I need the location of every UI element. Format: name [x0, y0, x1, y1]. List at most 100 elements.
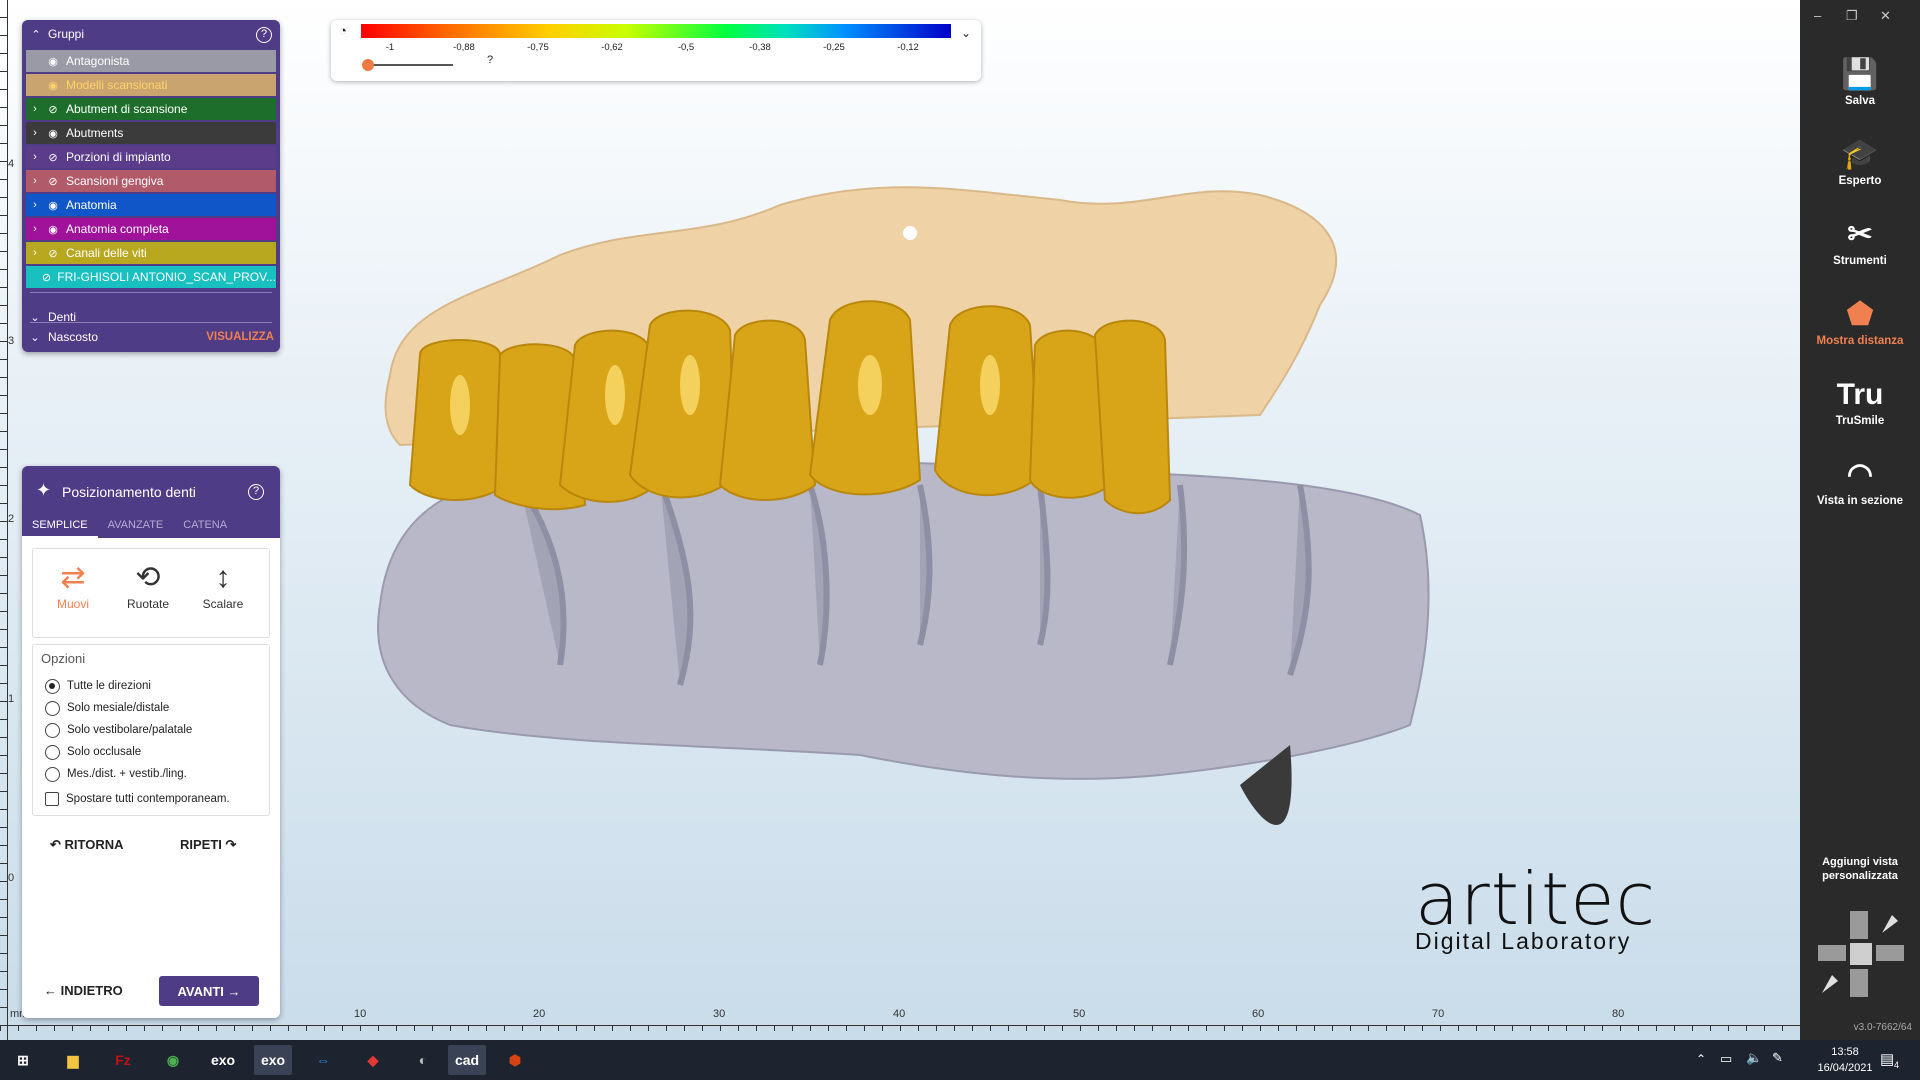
chevron-right-icon[interactable]: › [26, 223, 44, 235]
eye-off-icon[interactable]: ⊘ [44, 151, 62, 164]
radio-icon[interactable] [45, 678, 60, 694]
redo-icon: ↷ [225, 837, 237, 852]
chrome-icon[interactable]: ◉ [154, 1045, 192, 1075]
option-vestibular-palatal[interactable]: Solo vestibolare/palatale [45, 721, 192, 739]
option-mesial-vestibular[interactable]: Mes./dist. + vestib./ling. [45, 765, 187, 783]
chevron-up-icon[interactable]: ⌃ [1696, 1052, 1706, 1066]
chevron-right-icon[interactable]: › [26, 175, 44, 187]
dental-model-3d[interactable] [360, 185, 1460, 915]
graduation-cap-icon: 🎓 [1841, 138, 1879, 171]
eye-off-icon[interactable]: ⊘ [44, 247, 62, 260]
eye-icon[interactable]: ◉ [44, 79, 62, 92]
rotate-button[interactable]: ⟲ Ruotate [113, 559, 183, 611]
radio-icon[interactable] [45, 744, 60, 760]
pen-icon[interactable]: ✎ [1772, 1050, 1783, 1066]
chevron-right-icon[interactable]: › [26, 247, 44, 259]
slider-handle[interactable] [362, 59, 374, 71]
option-label: Tutte le direzioni [67, 680, 151, 692]
group-row[interactable]: ◉ Antagonista [26, 50, 276, 72]
scale-tick-label: -0,25 [823, 42, 845, 53]
eye-icon[interactable]: ◉ [44, 199, 62, 212]
notification-icon[interactable]: ▤ [1880, 1050, 1894, 1068]
bottom-ruler-label: 40 [893, 1008, 906, 1020]
tab-chain[interactable]: CATENA [173, 512, 237, 538]
radio-icon[interactable] [45, 722, 60, 738]
tool-tooth-distance[interactable]: ⬟ Mostra distanza [1800, 295, 1920, 347]
help-icon[interactable]: ? [256, 27, 272, 43]
next-button[interactable]: AVANTI → [159, 976, 259, 1006]
group-row[interactable]: › ◉ Anatomia completa [26, 218, 276, 240]
tab-advanced[interactable]: AVANZATE [98, 512, 174, 538]
cad-app-icon[interactable]: cad [448, 1045, 486, 1075]
group-row[interactable]: › ⊘ Canali delle viti [26, 242, 276, 264]
volume-icon[interactable]: 🔈 [1746, 1050, 1762, 1066]
eye-off-icon[interactable]: ⊘ [40, 271, 54, 284]
help-icon[interactable]: ? [248, 484, 264, 500]
group-row[interactable]: › ◉ Anatomia [26, 194, 276, 216]
exo-app-icon[interactable]: exo [204, 1045, 242, 1075]
chevron-down-icon[interactable]: ⌄ [961, 26, 971, 40]
group-row[interactable]: ◉ Modelli scansionati [26, 74, 276, 96]
clock-date: 16/04/2021 [1817, 1062, 1873, 1074]
chevron-down-icon[interactable]: ⌄ [26, 331, 44, 344]
teamviewer-icon[interactable]: ⇔ [304, 1045, 342, 1075]
add-custom-view-button[interactable]: Aggiungi vista personalizzata [1800, 855, 1920, 883]
eye-off-icon[interactable]: ⊘ [44, 175, 62, 188]
show-hidden-button[interactable]: VISUALIZZA [206, 331, 274, 343]
eye-icon[interactable]: ◉ [44, 223, 62, 236]
hidden-group-row[interactable]: ⌄ Nascosto VISUALIZZA [26, 326, 276, 348]
chevron-right-icon[interactable]: › [26, 127, 44, 139]
tool-save[interactable]: 💾 Salva [1800, 55, 1920, 107]
chevron-right-icon[interactable]: › [26, 199, 44, 211]
minimize-icon[interactable]: – [1814, 8, 1821, 23]
close-icon[interactable]: ✕ [1880, 8, 1891, 24]
exocad-icon[interactable]: ⬢ [496, 1045, 534, 1075]
move-button[interactable]: ⇄ Muovi [38, 559, 108, 611]
filezilla-icon[interactable]: Fz [104, 1045, 142, 1075]
tool-graduation-cap[interactable]: 🎓 Esperto [1800, 135, 1920, 187]
next-label: AVANTI [177, 983, 224, 999]
group-row[interactable]: › ◉ Abutments [26, 122, 276, 144]
move-all-checkbox[interactable]: Spostare tutti contemporaneam. [45, 790, 230, 808]
option-label: Solo mesiale/distale [67, 702, 170, 714]
eye-off-icon[interactable]: ⊘ [44, 103, 62, 116]
start-button[interactable]: ⊞ [4, 1045, 42, 1075]
chevron-right-icon[interactable]: › [26, 151, 44, 163]
chevron-up-icon[interactable]: ⌃ [30, 28, 42, 41]
tool-trusmile[interactable]: Tru TruSmile [1800, 375, 1920, 427]
system-clock[interactable]: 13:58 16/04/2021 [1810, 1044, 1880, 1076]
threshold-slider[interactable] [363, 64, 453, 66]
bottom-ruler-label: 80 [1612, 1008, 1625, 1020]
group-row[interactable]: › ⊘ Abutment di scansione [26, 98, 276, 120]
redo-button[interactable]: RIPETI ↷ [180, 837, 236, 853]
network-icon[interactable]: ▭ [1720, 1051, 1732, 1067]
chevron-right-icon[interactable]: › [26, 103, 44, 115]
trusmile-icon: Tru [1836, 378, 1884, 411]
group-row[interactable]: ⊘ FRI-GHISOLI ANTONIO_SCAN_PROV... [26, 266, 276, 288]
tool-section-view[interactable]: ◠ Vista in sezione [1800, 455, 1920, 507]
back-button[interactable]: ← INDIETRO [44, 983, 123, 998]
scale-button[interactable]: ↕ Scalare [188, 559, 258, 611]
teeth-group-row[interactable]: ⌄ Denti [26, 306, 276, 328]
exo-app-icon[interactable]: exo [254, 1045, 292, 1075]
radio-icon[interactable] [45, 700, 60, 716]
restore-icon[interactable]: ❐ [1846, 8, 1858, 24]
eye-icon[interactable]: ◉ [44, 127, 62, 140]
tool-tools[interactable]: ✂ Strumenti [1800, 215, 1920, 267]
radio-icon[interactable] [45, 766, 60, 782]
undo-button[interactable]: ↶ RITORNA [50, 837, 124, 853]
view-cube-widget[interactable] [1812, 905, 1908, 1005]
option-all-directions[interactable]: Tutte le direzioni [45, 677, 151, 695]
groups-header[interactable]: ⌃ Gruppi [22, 20, 280, 48]
file-explorer-icon[interactable]: ▆ [54, 1045, 92, 1075]
tab-simple[interactable]: SEMPLICE [22, 512, 98, 538]
option-occlusal[interactable]: Solo occlusale [45, 743, 141, 761]
exocad-viewer-icon[interactable]: ◐ [404, 1045, 442, 1075]
eye-icon[interactable]: ◉ [44, 55, 62, 68]
checkbox-icon[interactable] [45, 792, 59, 806]
group-row[interactable]: › ⊘ Scansioni gengiva [26, 170, 276, 192]
scale-tick-label: -0,5 [677, 42, 695, 53]
group-row[interactable]: › ⊘ Porzioni di impianto [26, 146, 276, 168]
option-mesial-distal[interactable]: Solo mesiale/distale [45, 699, 169, 717]
anydesk-icon[interactable]: ◆ [354, 1045, 392, 1075]
